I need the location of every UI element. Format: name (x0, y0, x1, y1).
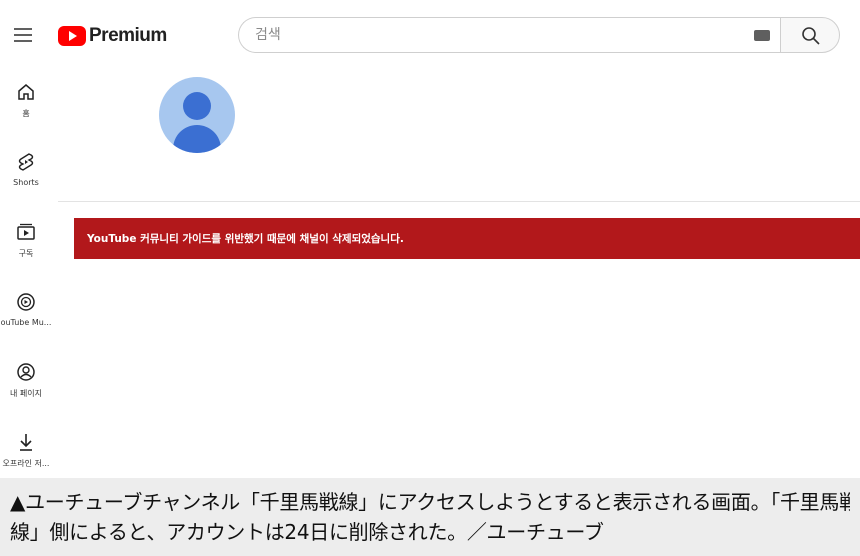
search-icon (802, 27, 820, 45)
my-page-icon (17, 363, 35, 381)
brand-text: Premium (89, 25, 167, 46)
sidebar-item-home[interactable]: 홈 (0, 82, 52, 119)
search-input[interactable] (255, 18, 735, 52)
avatar-body (173, 125, 221, 153)
channel-removed-message: YouTube 커뮤니티 가이드를 위반했기 때문에 채널이 삭제되었습니다. (87, 233, 404, 245)
shorts-icon (18, 153, 34, 171)
sidebar-item-label: 구독 (18, 249, 34, 258)
sidebar-item-subscriptions[interactable]: 구독 (0, 222, 52, 259)
sidebar-item-label: 내 페이지 (10, 389, 42, 398)
home-icon (18, 84, 34, 100)
divider (58, 201, 860, 202)
sidebar-item-label: ouTube Mu... (0, 318, 52, 327)
sidebar-item-label: 오프라인 저... (2, 459, 50, 468)
caption-line-2: 線」側によると、アカウントは24日に削除された。／ユーチューブ (10, 520, 604, 544)
youtube-play-icon (58, 26, 86, 46)
search-box (238, 17, 780, 53)
sidebar-item-my-page[interactable]: 내 페이지 (0, 362, 52, 399)
caption-line-1: ▲ユーチューブチャンネル「千里馬戦線」にアクセスしようとすると表示される画面。「… (10, 490, 850, 514)
sidebar-item-label: 홈 (22, 109, 30, 118)
search-button[interactable] (780, 17, 840, 53)
youtube-music-icon (17, 293, 35, 311)
sidebar-item-label: Shorts (13, 178, 39, 187)
channel-avatar (159, 77, 235, 153)
photo-caption: ▲ユーチューブチャンネル「千里馬戦線」にアクセスしようとすると表示される画面。「… (0, 478, 860, 556)
subscriptions-icon (17, 223, 35, 240)
youtube-premium-logo[interactable]: Premium (58, 25, 167, 47)
avatar-head (183, 92, 211, 120)
download-icon (20, 434, 32, 451)
sidebar-item-shorts[interactable]: Shorts (0, 152, 52, 187)
sidebar-item-youtube-music[interactable]: ouTube Mu... (0, 292, 52, 327)
channel-removed-banner: YouTube 커뮤니티 가이드를 위반했기 때문에 채널이 삭제되었습니다. (74, 218, 860, 259)
menu-icon[interactable] (14, 27, 34, 43)
sidebar-item-downloads[interactable]: 오프라인 저... (0, 432, 52, 469)
keyboard-icon[interactable] (754, 30, 770, 41)
